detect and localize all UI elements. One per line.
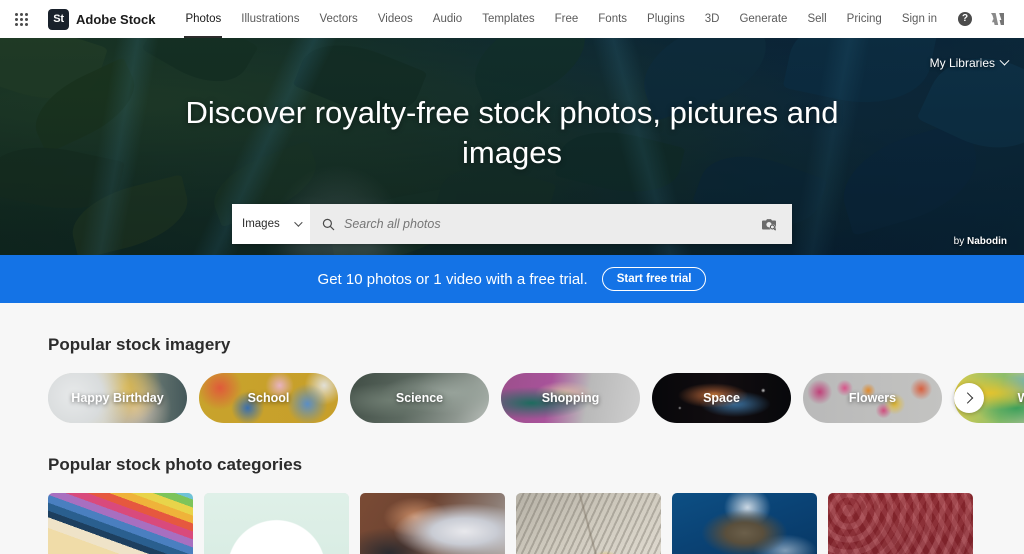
category-thumbnail (48, 493, 193, 554)
search-placeholder: Search all photos (344, 217, 441, 231)
start-free-trial-button[interactable]: Start free trial (601, 267, 707, 291)
category-card[interactable] (672, 493, 817, 554)
search-icon (322, 218, 335, 230)
carousel-next-button[interactable] (954, 383, 984, 413)
visual-search-camera-icon[interactable] (748, 204, 792, 244)
nav-link-pricing[interactable]: Pricing (838, 0, 891, 38)
brand-name-label: Adobe Stock (76, 11, 156, 27)
popular-stock-imagery-title: Popular stock imagery (48, 335, 231, 354)
popular-categories-title: Popular stock photo categories (48, 455, 303, 474)
imagery-pill-shopping[interactable]: Shopping (501, 373, 640, 423)
nav-link-audio[interactable]: Audio (423, 0, 472, 38)
nav-link-illustrations[interactable]: Illustrations (231, 0, 309, 38)
help-icon: ? (958, 12, 972, 26)
chevron-right-icon (961, 392, 974, 404)
promo-banner-text: Get 10 photos or 1 video with a free tri… (317, 270, 588, 288)
nav-link-sign-in[interactable]: Sign in (893, 0, 946, 38)
nav-link-plugins[interactable]: Plugins (637, 0, 695, 38)
category-card-grid (48, 493, 976, 554)
category-card[interactable] (360, 493, 505, 554)
search-bar: Images Search all photos (232, 204, 792, 244)
attribution-prefix: by (953, 236, 967, 247)
category-card[interactable] (516, 493, 661, 554)
search-type-dropdown[interactable]: Images (232, 204, 310, 244)
adobe-stock-mark-icon: St (48, 8, 69, 30)
popular-imagery-carousel: Happy Birthday School Science Shopping S… (48, 373, 1024, 423)
imagery-pill-flowers[interactable]: Flowers (803, 373, 942, 423)
pill-label: Happy Birthday (71, 391, 164, 405)
category-thumbnail (204, 493, 349, 554)
nav-link-generate[interactable]: Generate (729, 0, 797, 38)
pill-label: W (1017, 391, 1024, 405)
category-card[interactable] (204, 493, 349, 554)
nav-link-3d[interactable]: 3D (695, 0, 730, 38)
search-input[interactable]: Search all photos (310, 204, 748, 244)
image-attribution: by Nabodin (954, 236, 1007, 247)
brand-logo[interactable]: St Adobe Stock (48, 8, 156, 30)
promo-banner: Get 10 photos or 1 video with a free tri… (0, 255, 1024, 303)
pill-label: School (247, 391, 290, 405)
top-navigation-bar: St Adobe Stock Photos Illustrations Vect… (0, 0, 1024, 38)
adobe-logo-icon[interactable] (984, 6, 1010, 32)
nav-link-templates[interactable]: Templates (472, 0, 544, 38)
app-grid-icon[interactable] (12, 10, 30, 28)
nav-link-vectors[interactable]: Vectors (309, 0, 367, 38)
hero-banner: My Libraries Discover royalty-free stock… (0, 38, 1024, 255)
nav-link-free[interactable]: Free (545, 0, 589, 38)
primary-nav-links: Photos Illustrations Vectors Videos Audi… (175, 0, 797, 38)
chevron-down-icon (999, 55, 1010, 66)
nav-link-videos[interactable]: Videos (368, 0, 423, 38)
category-card[interactable] (828, 493, 973, 554)
pill-label: Science (395, 391, 444, 405)
main-content: Popular stock imagery Happy Birthday Sch… (0, 303, 1024, 554)
page-title: Discover royalty-free stock photos, pict… (185, 95, 839, 170)
imagery-pill-happy-birthday[interactable]: Happy Birthday (48, 373, 187, 423)
imagery-pill-science[interactable]: Science (350, 373, 489, 423)
pill-label: Space (703, 391, 740, 405)
category-thumbnail (828, 493, 973, 554)
category-thumbnail (516, 493, 661, 554)
my-libraries-label: My Libraries (929, 56, 995, 70)
chevron-down-icon (294, 218, 303, 227)
secondary-nav-links: Sell Pricing Sign in ? (798, 0, 1010, 38)
help-button[interactable]: ? (952, 6, 978, 32)
category-thumbnail (672, 493, 817, 554)
my-libraries-button[interactable]: My Libraries (929, 55, 1010, 70)
category-card[interactable] (48, 493, 193, 554)
nav-link-fonts[interactable]: Fonts (588, 0, 637, 38)
nav-link-sell[interactable]: Sell (798, 0, 835, 38)
pill-label: Shopping (541, 391, 600, 405)
imagery-pill-school[interactable]: School (199, 373, 338, 423)
search-type-label: Images (242, 218, 280, 230)
imagery-pill-space[interactable]: Space (652, 373, 791, 423)
nav-link-photos[interactable]: Photos (175, 0, 231, 38)
category-thumbnail (360, 493, 505, 554)
pill-label: Flowers (848, 391, 897, 405)
attribution-author: Nabodin (967, 236, 1007, 247)
